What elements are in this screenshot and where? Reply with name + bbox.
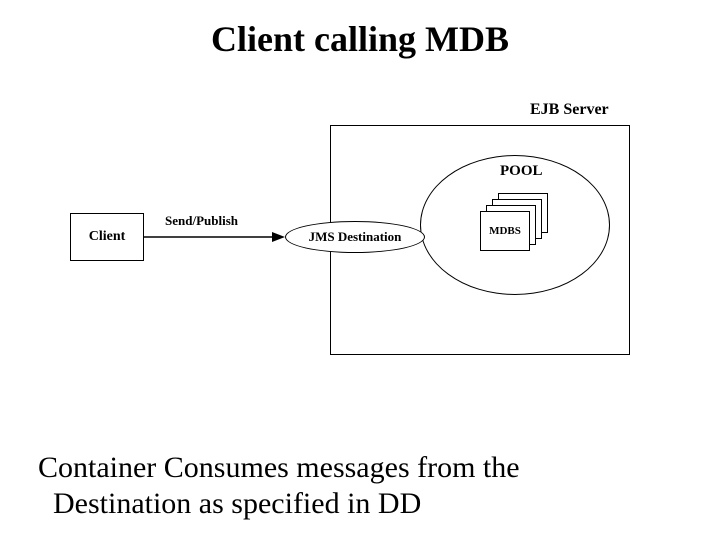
slide-caption: Container Consumes messages from the Des… — [38, 450, 678, 522]
jms-destination: JMS Destination — [285, 221, 425, 253]
ejb-server-label: EJB Server — [530, 101, 609, 119]
architecture-diagram: EJB Server POOL MDBS JMS Destination Cli… — [60, 95, 660, 385]
caption-line-2: Destination as specified in DD — [53, 487, 421, 520]
caption-line-1: Container Consumes messages from the — [38, 451, 520, 484]
arrow-icon — [144, 231, 285, 243]
client-box: Client — [70, 213, 144, 261]
slide-title: Client calling MDB — [0, 18, 720, 60]
pool-label: POOL — [500, 163, 543, 180]
send-publish-label: Send/Publish — [165, 213, 238, 229]
mdb-stack: MDBS — [480, 193, 550, 253]
mdb-card-front: MDBS — [480, 211, 530, 251]
